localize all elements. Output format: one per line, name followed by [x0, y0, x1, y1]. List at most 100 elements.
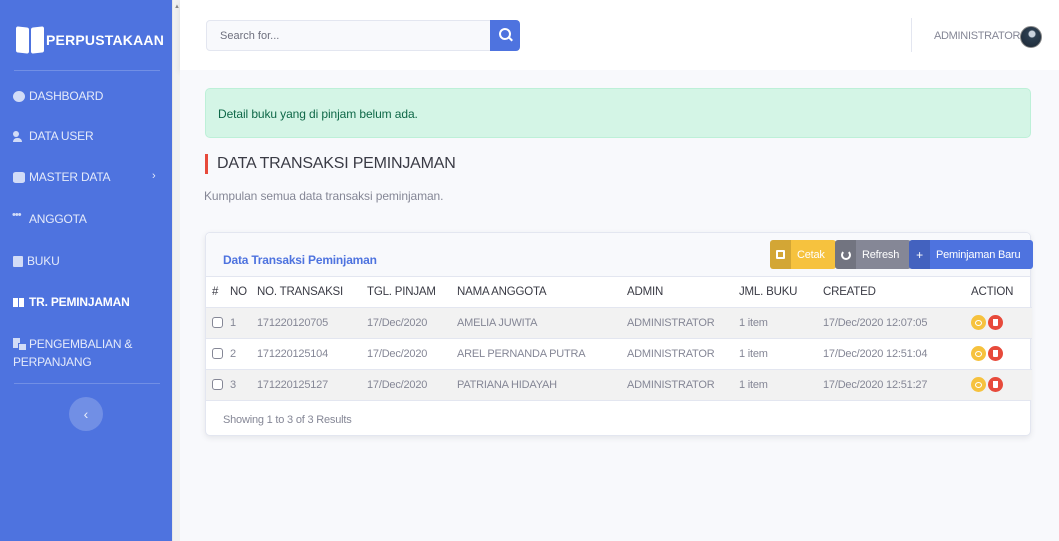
sidebar-item-buku[interactable]: BUKU: [13, 254, 60, 268]
sidebar-item-data-user[interactable]: DATA USER: [13, 129, 94, 143]
sidebar-item-anggota[interactable]: ANGGOTA: [12, 209, 87, 227]
brand-title: PERPUSTAKAAN: [46, 32, 165, 48]
sidebar-item-master-data[interactable]: MASTER DATA: [13, 170, 111, 184]
card-footer-divider: [206, 400, 1030, 401]
user-cog-icon: [13, 130, 25, 142]
book-return-icon: [13, 338, 27, 351]
topbar-divider: [911, 18, 912, 52]
sidebar-scrollbar[interactable]: ▲: [172, 0, 180, 541]
refresh-button[interactable]: Refresh: [835, 240, 911, 269]
dashboard-icon: [13, 90, 25, 102]
sidebar-item-label: DATA USER: [29, 129, 94, 143]
cell-loan-date: 17/Dec/2020: [367, 368, 457, 400]
trash-icon[interactable]: [988, 377, 1003, 393]
column-header: #: [212, 285, 219, 298]
cell-book-count: 1 item: [739, 368, 823, 400]
column-header[interactable]: NO. TRANSAKSI: [257, 277, 367, 307]
table-row[interactable]: 2 171220125104 17/Dec/2020 AREL PERNANDA…: [206, 337, 1032, 369]
cell-created: 17/Dec/2020 12:07:05: [823, 306, 971, 338]
brand[interactable]: PERPUSTAKAAN: [16, 22, 164, 58]
refresh-button-label: Refresh: [862, 248, 900, 261]
refresh-icon: [840, 249, 851, 260]
sidebar-item-tr-peminjaman[interactable]: TR. PEMINJAMAN: [13, 295, 130, 309]
column-header[interactable]: NAMA ANGGOTA: [457, 277, 627, 307]
cell-member-name: AREL PERNANDA PUTRA: [457, 337, 627, 369]
sidebar-toggle-button[interactable]: ‹: [69, 397, 103, 431]
cell-created: 17/Dec/2020 12:51:27: [823, 368, 971, 400]
column-header[interactable]: TGL. PINJAM: [367, 277, 457, 307]
view-icon[interactable]: [971, 377, 986, 393]
sidebar-divider: [14, 70, 160, 71]
user-name[interactable]: ADMINISTRATOR: [934, 30, 1020, 42]
view-icon[interactable]: [971, 346, 986, 361]
cell-transaction-no: 171220125104: [257, 337, 367, 369]
plus-icon: +: [909, 240, 930, 269]
sidebar-divider: [14, 383, 160, 384]
card-title: Data Transaksi Peminjaman: [223, 253, 377, 267]
sidebar-item-label: MASTER DATA: [29, 170, 111, 184]
table-row[interactable]: 3 171220125127 17/Dec/2020 PATRIANA HIDA…: [206, 368, 1032, 400]
row-checkbox[interactable]: [212, 348, 223, 360]
cell-loan-date: 17/Dec/2020: [367, 306, 457, 338]
sidebar-item-label: ANGGOTA: [29, 212, 87, 226]
chevron-right-icon[interactable]: ›: [152, 170, 156, 182]
column-header: ACTION: [971, 285, 1014, 298]
page-title: DATA TRANSAKSI PEMINJAMAN: [205, 154, 456, 174]
chevron-left-icon: ‹: [83, 406, 89, 422]
book-open-icon: [13, 297, 25, 308]
sidebar-item-dashboard[interactable]: DASHBOARD: [13, 89, 103, 103]
view-icon[interactable]: [971, 315, 986, 330]
sidebar-item-label: TR. PEMINJAMAN: [29, 295, 130, 309]
column-header[interactable]: CREATED: [823, 277, 971, 307]
cell-no: 2: [230, 337, 257, 369]
book-icon: [13, 255, 23, 267]
cell-admin: ADMINISTRATOR: [627, 368, 739, 400]
sidebar-item-label-line2: PERPANJANG: [13, 355, 92, 369]
topbar: Search for... ADMINISTRATOR: [180, 0, 1059, 70]
cell-transaction-no: 171220125127: [257, 368, 367, 400]
cell-member-name: AMELIA JUWITA: [457, 306, 627, 338]
cell-admin: ADMINISTRATOR: [627, 306, 739, 338]
print-button[interactable]: Cetak: [770, 240, 836, 269]
avatar[interactable]: [1020, 26, 1042, 48]
trash-icon[interactable]: [988, 315, 1003, 330]
cell-no: 1: [230, 306, 257, 338]
column-header[interactable]: ADMIN: [627, 277, 739, 307]
new-loan-button-label: Peminjaman Baru: [936, 248, 1021, 261]
cell-book-count: 1 item: [739, 306, 823, 338]
info-alert: Detail buku yang di pinjam belum ada.: [205, 88, 1031, 138]
sidebar-item-label: BUKU: [27, 254, 60, 268]
search-input[interactable]: Search for...: [206, 20, 509, 51]
transactions-table: # NO NO. TRANSAKSI TGL. PINJAM NAMA ANGG…: [206, 277, 1032, 400]
database-icon: [13, 171, 25, 183]
row-checkbox[interactable]: [212, 317, 223, 329]
row-checkbox[interactable]: [212, 379, 223, 391]
new-loan-button[interactable]: + Peminjaman Baru: [909, 240, 1033, 269]
sidebar-item-pengembalian[interactable]: PENGEMBALIAN & PERPANJANG: [13, 335, 132, 371]
trash-icon[interactable]: [988, 346, 1003, 361]
print-icon: [776, 250, 785, 259]
print-button-label: Cetak: [797, 248, 825, 261]
sidebar-item-label: PENGEMBALIAN &: [29, 337, 133, 351]
sidebar-item-label: DASHBOARD: [29, 89, 104, 103]
users-icon: [12, 209, 25, 225]
table-row[interactable]: 1 171220120705 17/Dec/2020 AMELIA JUWITA…: [206, 306, 1032, 338]
main-content: Detail buku yang di pinjam belum ada. DA…: [180, 70, 1059, 541]
library-logo-icon: [16, 25, 44, 55]
column-header[interactable]: JML. BUKU: [739, 277, 823, 307]
pagination-info: Showing 1 to 3 of 3 Results: [223, 414, 352, 426]
column-header[interactable]: NO: [230, 277, 257, 307]
cell-transaction-no: 171220120705: [257, 306, 367, 338]
cell-created: 17/Dec/2020 12:51:04: [823, 337, 971, 369]
transactions-card: Data Transaksi Peminjaman Cetak Refresh …: [205, 232, 1033, 436]
cell-book-count: 1 item: [739, 337, 823, 369]
search-button[interactable]: [490, 20, 520, 51]
sidebar: PERPUSTAKAAN DASHBOARD DATA USER MASTER …: [0, 0, 172, 541]
cell-loan-date: 17/Dec/2020: [367, 337, 457, 369]
cell-no: 3: [230, 368, 257, 400]
cell-member-name: PATRIANA HIDAYAH: [457, 368, 627, 400]
table-header-row: # NO NO. TRANSAKSI TGL. PINJAM NAMA ANGG…: [206, 277, 1032, 307]
card-header: Data Transaksi Peminjaman Cetak Refresh …: [206, 233, 1033, 277]
cell-admin: ADMINISTRATOR: [627, 337, 739, 369]
page-subtitle: Kumpulan semua data transaksi peminjaman…: [204, 189, 444, 203]
